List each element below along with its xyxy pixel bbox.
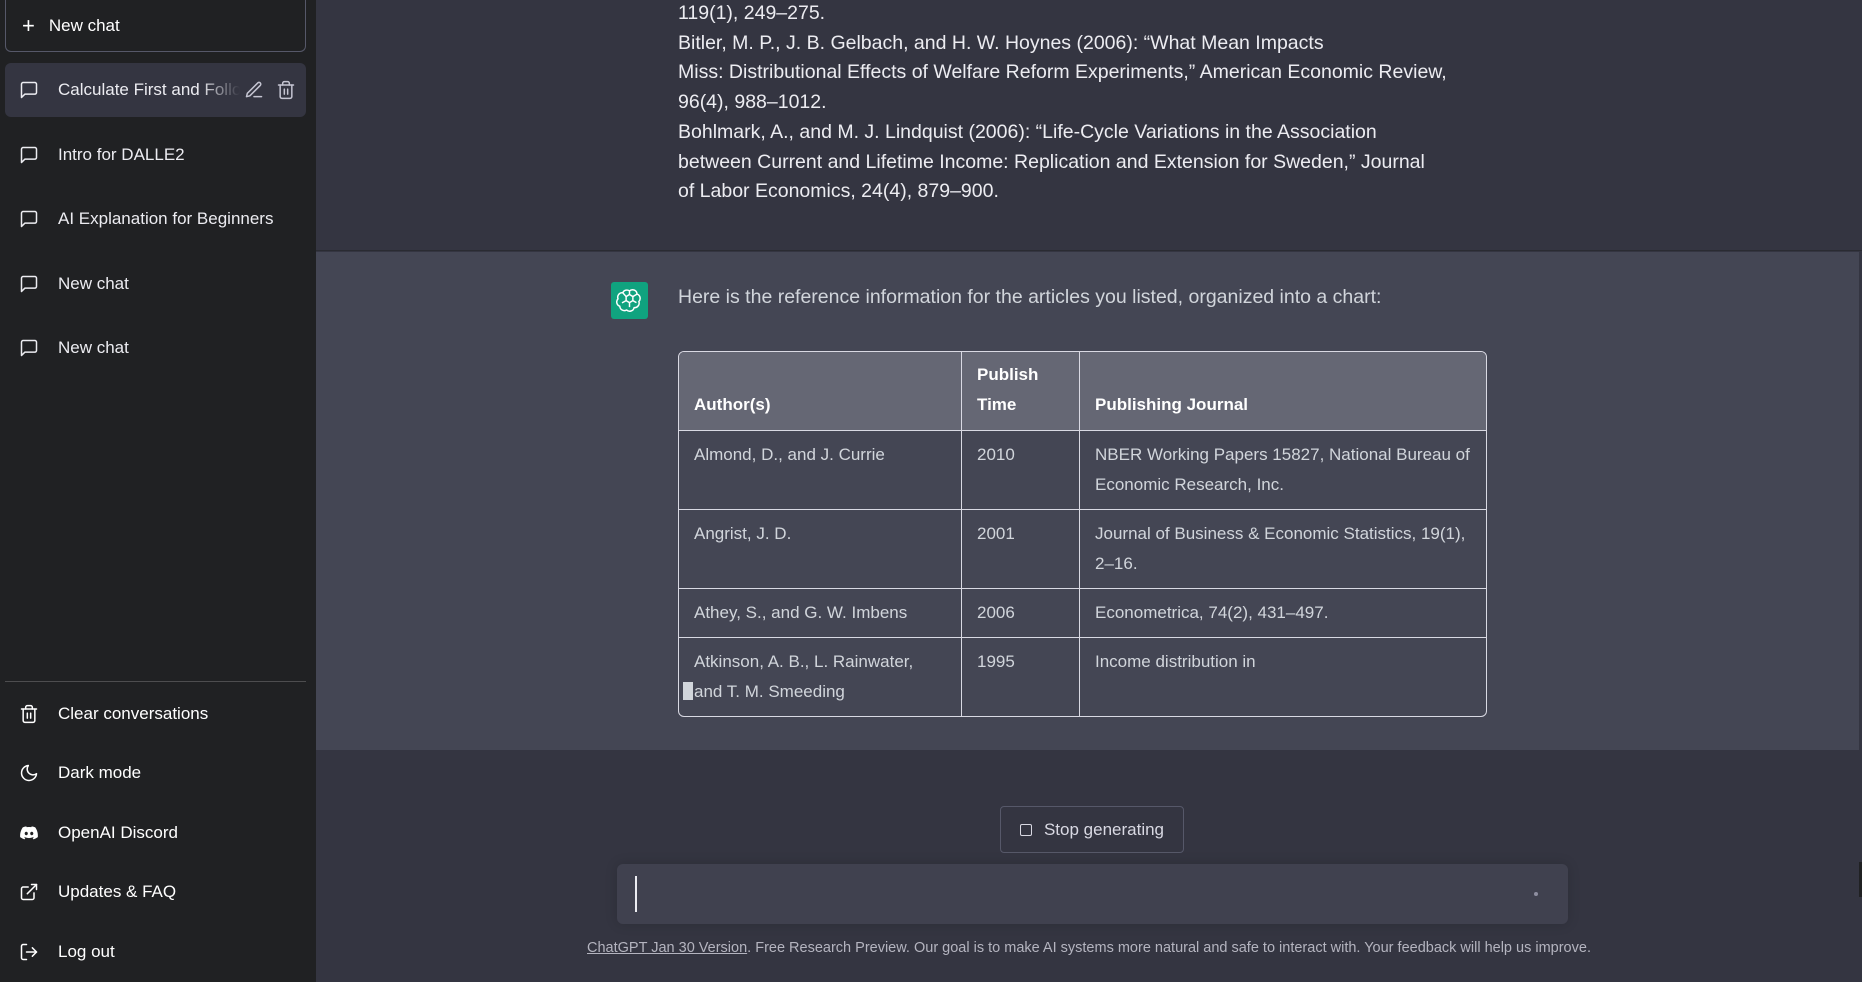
table-cell: Angrist, J. D. (679, 509, 962, 588)
table-cell: NBER Working Papers 15827, National Bure… (1080, 430, 1486, 509)
table-cell: Income distribution in (1080, 637, 1486, 716)
assistant-avatar (611, 282, 648, 319)
table-cell: Athey, S., and G. W. Imbens (679, 588, 962, 637)
sidebar-menu: Clear conversations Dark mode OpenAI Dis… (5, 684, 306, 982)
loading-dots-icon (1534, 892, 1538, 896)
text-line: Bohlmark, A., and M. J. Lindquist (2006)… (678, 120, 1377, 143)
typing-cursor (683, 682, 693, 700)
logout-icon (20, 943, 38, 960)
table-cell: Econometrica, 74(2), 431–497. (1080, 588, 1486, 637)
chat-item-label: New chat (58, 273, 129, 293)
trash-icon[interactable] (276, 80, 296, 100)
message-icon (20, 146, 38, 163)
edit-icon[interactable] (244, 80, 264, 100)
moon-icon (20, 765, 38, 782)
sidebar: + New chat Calculate First and Following… (0, 0, 316, 982)
header-text: Publish Time (977, 365, 1039, 414)
footer: ChatGPT Jan 30 Version. Free Research Pr… (316, 940, 1862, 956)
openai-logo-icon (616, 289, 641, 312)
reference-table: Author(s) Publish Time Publishing Journa… (678, 351, 1487, 717)
chat-item[interactable]: New chat (5, 321, 306, 375)
table-cell: Journal of Business & Economic Statistic… (1080, 509, 1486, 588)
trash-icon (20, 704, 38, 723)
message-icon (20, 275, 38, 292)
chat-item-label: New chat (58, 338, 129, 357)
chat-item[interactable]: Intro for DALLE2 (5, 128, 306, 182)
menu-label: Dark mode (58, 763, 142, 783)
discord-link[interactable]: OpenAI Discord (5, 803, 306, 863)
table-cell: 2006 (962, 588, 1080, 637)
assistant-message: Here is the reference information for th… (316, 252, 1859, 750)
menu-label: Updates & FAQ (58, 882, 177, 902)
message-icon (20, 81, 38, 99)
table-row: Angrist, J. D. 2001 Journal of Business … (679, 509, 1486, 588)
chat-item-label: Calculate First and Following (58, 80, 240, 99)
message-icon (20, 339, 38, 357)
chat-item[interactable]: AI Explanation for Beginners (5, 192, 306, 246)
prompt-input-container (617, 864, 1568, 924)
table-cell: 2001 (962, 509, 1080, 588)
text-line: of Labor Economics, 24(4), 879–900. (678, 180, 999, 203)
user-message: 119(1), 249–275. Bitler, M. P., J. B. Ge… (316, 0, 1862, 251)
dark-mode-button[interactable]: Dark mode (5, 744, 306, 804)
text-line: 119(1), 249–275. (678, 2, 826, 24)
table-row: Almond, D., and J. Currie 2010 NBER Work… (679, 430, 1486, 509)
chat-list: Calculate First and Following Intro for … (5, 63, 306, 386)
table-cell: Atkinson, A. B., L. Rainwater, and T. M.… (679, 637, 962, 716)
table-cell: 1995 (962, 637, 1080, 716)
table-header: Publishing Journal (1080, 352, 1486, 430)
new-chat-label: New chat (48, 15, 120, 35)
table-cell: 2010 (962, 430, 1080, 509)
chat-item-active[interactable]: Calculate First and Following (5, 63, 306, 117)
text-line: Miss: Distributional Effects of Welfare … (678, 61, 1447, 84)
clear-conversations-button[interactable]: Clear conversations (5, 684, 306, 744)
message-icon (20, 210, 38, 228)
sidebar-divider (5, 681, 306, 682)
text-line: Bitler, M. P., J. B. Gelbach, and H. W. … (678, 31, 1324, 54)
chat-item[interactable]: New chat (5, 257, 306, 311)
prompt-input[interactable] (635, 876, 1515, 912)
assistant-intro-text: Here is the reference information for th… (678, 286, 1382, 308)
table-header-row: Author(s) Publish Time Publishing Journa… (679, 352, 1486, 430)
text-line: between Current and Lifetime Income: Rep… (678, 150, 1425, 173)
new-chat-button[interactable]: + New chat (5, 0, 306, 52)
stop-generating-button[interactable]: Stop generating (1000, 806, 1184, 853)
version-link[interactable]: ChatGPT Jan 30 Version (587, 940, 747, 956)
menu-label: Clear conversations (58, 703, 209, 723)
plus-icon: + (22, 12, 35, 38)
stop-icon (1019, 823, 1032, 836)
external-link-icon (20, 884, 38, 901)
table-cell: Almond, D., and J. Currie (679, 430, 962, 509)
table-row: Athey, S., and G. W. Imbens 2006 Econome… (679, 588, 1486, 637)
chat-item-label: AI Explanation for Beginners (58, 209, 274, 228)
chat-main: 119(1), 249–275. Bitler, M. P., J. B. Ge… (316, 0, 1862, 982)
chat-item-label: Intro for DALLE2 (58, 144, 185, 164)
stop-generating-label: Stop generating (1043, 819, 1165, 839)
menu-label: Log out (58, 941, 115, 961)
table-header: Publish Time (962, 352, 1080, 430)
user-message-text: 119(1), 249–275. Bitler, M. P., J. B. Ge… (678, 0, 1498, 207)
menu-label: OpenAI Discord (58, 822, 178, 842)
table-row: Atkinson, A. B., L. Rainwater, and T. M.… (679, 637, 1486, 716)
logout-button[interactable]: Log out (5, 922, 306, 982)
table-header: Author(s) (679, 352, 962, 430)
footer-text: . Free Research Preview. Our goal is to … (747, 940, 1591, 956)
updates-faq-link[interactable]: Updates & FAQ (5, 863, 306, 923)
discord-icon (20, 826, 38, 840)
text-line: 96(4), 988–1012. (678, 91, 827, 114)
